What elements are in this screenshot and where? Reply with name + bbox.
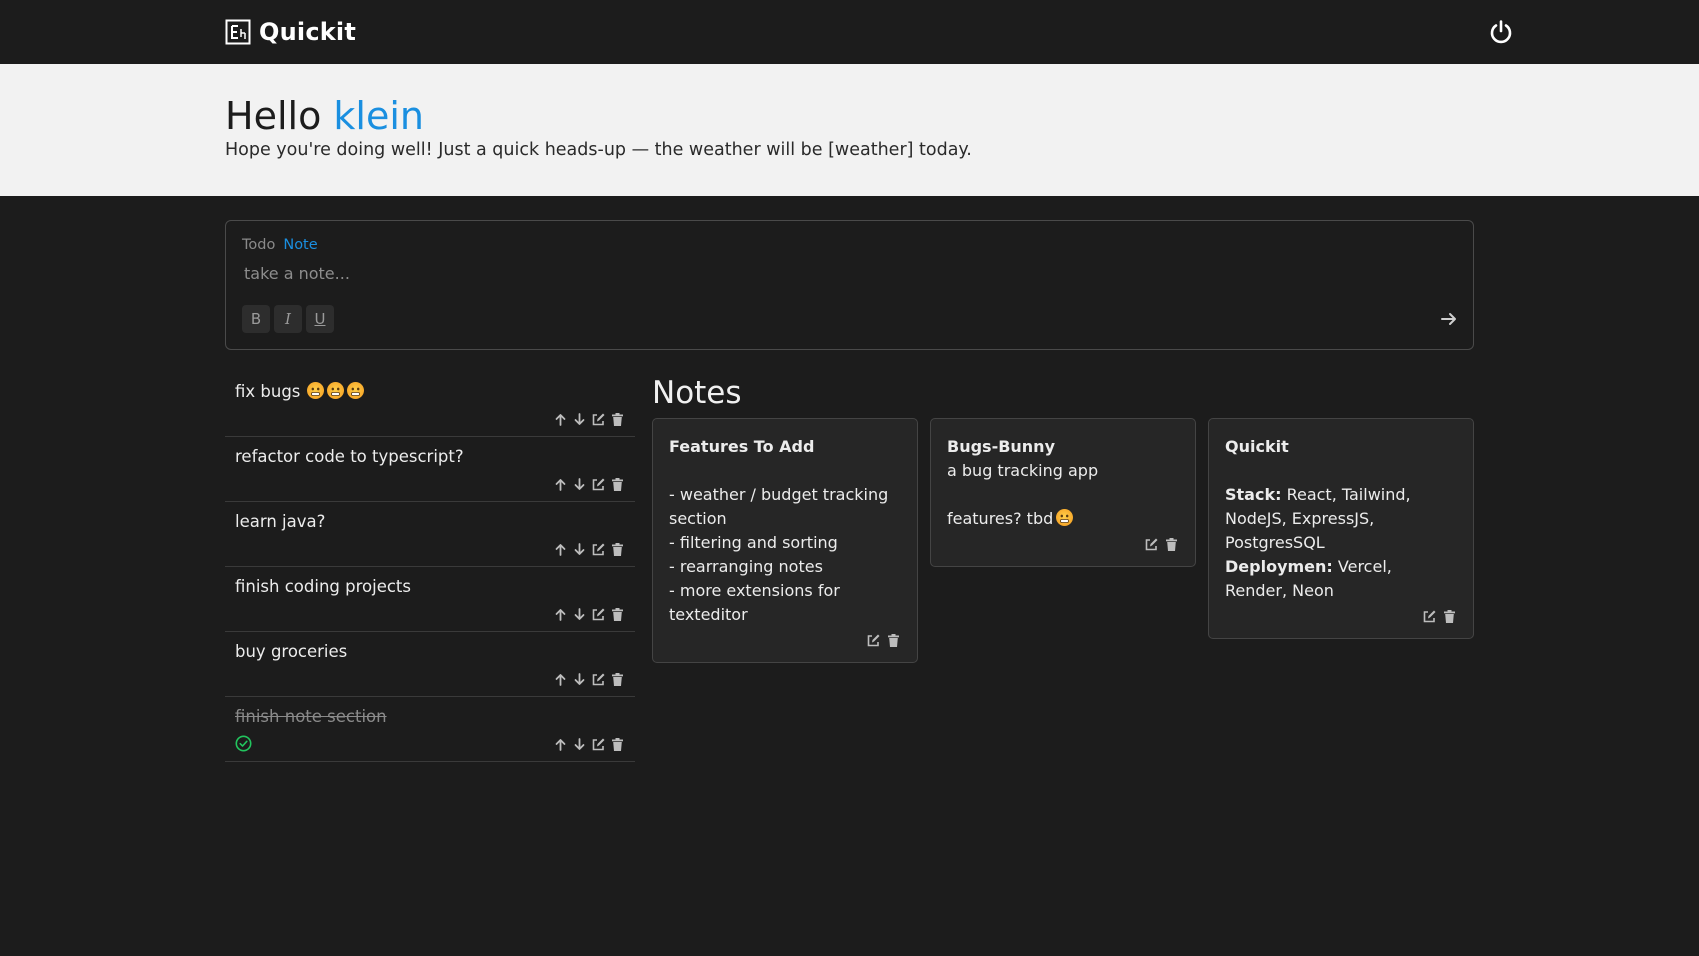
todo-text: finish coding projects (235, 577, 411, 596)
tab-todo[interactable]: Todo (242, 237, 275, 253)
todo-item[interactable]: finish coding projects (225, 567, 635, 632)
note-line: a bug tracking app (947, 461, 1099, 480)
app-name: Quickit (259, 18, 357, 46)
arrow-up-icon[interactable] (553, 672, 568, 687)
arrow-up-icon[interactable] (553, 412, 568, 427)
top-bar: Quickit (0, 0, 1699, 64)
emoji-icon (347, 382, 365, 399)
note-card[interactable]: Features To Add - weather / budget tracki… (652, 418, 918, 663)
trash-icon[interactable] (610, 672, 625, 687)
todo-item[interactable]: refactor code to typescript? (225, 437, 635, 502)
check-circle-icon[interactable] (235, 735, 252, 752)
format-toolbar: B I U (242, 305, 334, 333)
note-line: - rearranging notes (669, 557, 823, 576)
arrow-up-icon[interactable] (553, 477, 568, 492)
todo-item[interactable]: fix bugs (225, 372, 635, 437)
edit-icon[interactable] (1144, 537, 1159, 552)
emoji-icon (327, 382, 345, 399)
note-line: Stack: React, Tailwind, NodeJS, ExpressJ… (1225, 485, 1411, 552)
italic-button[interactable]: I (274, 305, 302, 333)
arrow-up-icon[interactable] (553, 607, 568, 622)
todo-actions (553, 412, 625, 427)
underline-button[interactable]: U (306, 305, 334, 333)
bold-button[interactable]: B (242, 305, 270, 333)
main-content: Todo Note B I U fix bugs refactor code to… (0, 196, 1699, 762)
trash-icon[interactable] (610, 607, 625, 622)
notes-grid: Features To Add - weather / budget tracki… (652, 418, 1474, 663)
book-icon (225, 19, 251, 45)
content-area: fix bugs refactor code to typescript? lear… (225, 372, 1699, 762)
todo-text: buy groceries (235, 642, 348, 661)
edit-icon[interactable] (591, 542, 606, 557)
note-title: Features To Add (669, 437, 815, 456)
greeting-banner: Hello klein Hope you're doing well! Just… (0, 64, 1699, 196)
todo-text: fix bugs (235, 382, 301, 401)
edit-icon[interactable] (866, 633, 881, 648)
edit-icon[interactable] (591, 737, 606, 752)
arrow-down-icon[interactable] (572, 672, 587, 687)
composer: Todo Note B I U (225, 220, 1474, 350)
edit-icon[interactable] (1422, 609, 1437, 624)
emoji-icon (307, 382, 325, 399)
note-line (1225, 459, 1457, 483)
note-card[interactable]: Bugs-Bunny a bug tracking app features? tb… (930, 418, 1196, 567)
arrow-up-icon[interactable] (553, 737, 568, 752)
arrow-down-icon[interactable] (572, 737, 587, 752)
note-line (669, 459, 901, 483)
note-actions (947, 537, 1179, 552)
note-line: features? tbd (947, 507, 1179, 531)
notes-heading: Notes (652, 375, 742, 411)
todo-item[interactable]: buy groceries (225, 632, 635, 697)
edit-icon[interactable] (591, 672, 606, 687)
edit-icon[interactable] (591, 477, 606, 492)
trash-icon[interactable] (610, 542, 625, 557)
trash-icon[interactable] (886, 633, 901, 648)
greeting-title: Hello klein (225, 94, 1699, 138)
note-line (947, 483, 1179, 507)
trash-icon[interactable] (610, 737, 625, 752)
todo-list: fix bugs refactor code to typescript? lear… (225, 372, 635, 762)
power-icon[interactable] (1487, 18, 1515, 46)
note-line: - weather / budget tracking section (669, 485, 889, 528)
notes-section: Notes Features To Add - weather / budget … (652, 372, 1474, 762)
note-line: - more extensions for texteditor (669, 581, 840, 624)
arrow-up-icon[interactable] (553, 542, 568, 557)
note-card[interactable]: Quickit Stack: React, Tailwind, NodeJS, E… (1208, 418, 1474, 639)
arrow-down-icon[interactable] (572, 477, 587, 492)
trash-icon[interactable] (1164, 537, 1179, 552)
note-line: Deploymen: Vercel, Render, Neon (1225, 557, 1392, 600)
todo-item[interactable]: finish note section (225, 697, 635, 762)
note-title: Bugs-Bunny (947, 437, 1055, 456)
greeting-username: klein (333, 94, 425, 138)
todo-item[interactable]: learn java? (225, 502, 635, 567)
emoji-icon (1056, 509, 1074, 526)
brand[interactable]: Quickit (225, 18, 356, 46)
todo-actions (553, 477, 625, 492)
todo-actions (553, 672, 625, 687)
arrow-right-icon[interactable] (1439, 309, 1459, 329)
todo-text: refactor code to typescript? (235, 447, 464, 466)
todo-text: finish note section (235, 707, 387, 726)
mode-tabs: Todo Note (242, 237, 1457, 253)
trash-icon[interactable] (1442, 609, 1457, 624)
todo-text: learn java? (235, 512, 326, 531)
edit-icon[interactable] (591, 412, 606, 427)
note-actions (1225, 609, 1457, 624)
greeting-message: Hope you're doing well! Just a quick hea… (225, 140, 972, 160)
note-actions (669, 633, 901, 648)
todo-actions (553, 737, 625, 752)
edit-icon[interactable] (591, 607, 606, 622)
note-title: Quickit (1225, 437, 1289, 456)
greeting-hello: Hello (225, 94, 322, 138)
tab-note[interactable]: Note (283, 237, 317, 253)
arrow-down-icon[interactable] (572, 607, 587, 622)
todo-actions (553, 542, 625, 557)
arrow-down-icon[interactable] (572, 542, 587, 557)
note-line: - filtering and sorting (669, 533, 838, 552)
trash-icon[interactable] (610, 412, 625, 427)
note-input[interactable] (242, 264, 1342, 283)
trash-icon[interactable] (610, 477, 625, 492)
todo-actions (553, 607, 625, 622)
arrow-down-icon[interactable] (572, 412, 587, 427)
